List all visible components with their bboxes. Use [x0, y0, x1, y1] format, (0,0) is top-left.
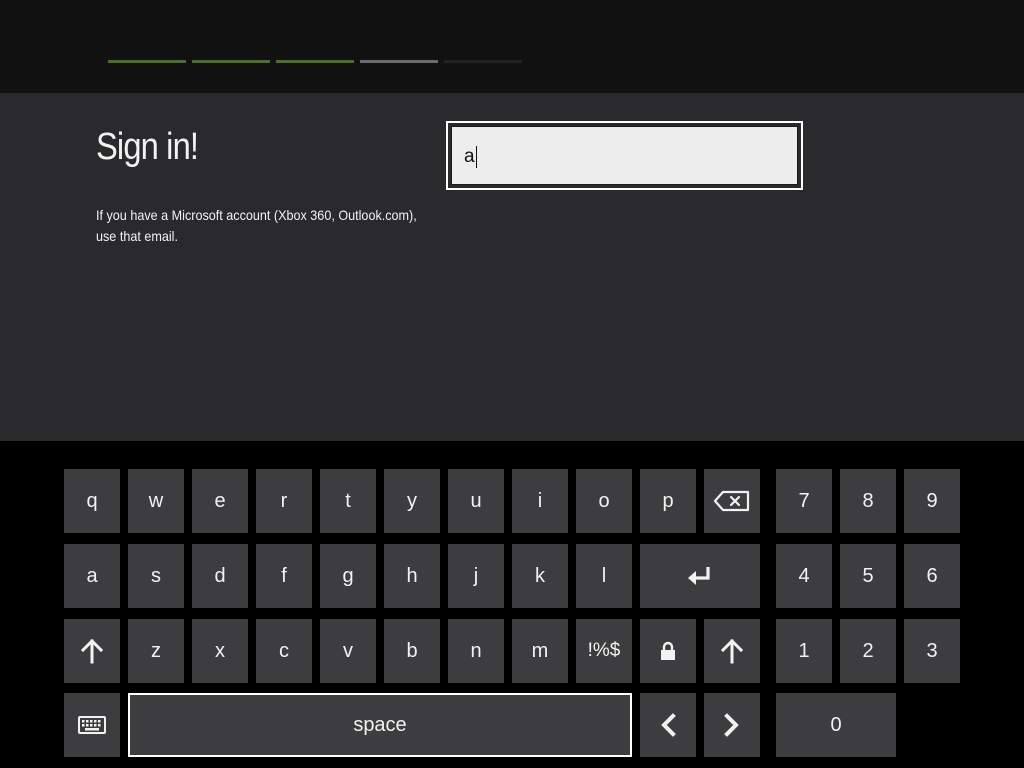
key-c[interactable]: c: [256, 619, 312, 683]
key-3[interactable]: 3: [904, 619, 960, 683]
key-a[interactable]: a: [64, 544, 120, 608]
cursor-right-key[interactable]: [704, 693, 760, 757]
cursor-left-key[interactable]: [640, 693, 696, 757]
key-q[interactable]: q: [64, 469, 120, 533]
key-1[interactable]: 1: [776, 619, 832, 683]
progress-step-5: [444, 60, 522, 63]
caps-lock-key[interactable]: [640, 619, 696, 683]
text-caret: [475, 145, 477, 168]
key-d[interactable]: d: [192, 544, 248, 608]
key-i[interactable]: i: [512, 469, 568, 533]
key-p[interactable]: p: [640, 469, 696, 533]
key-v[interactable]: v: [320, 619, 376, 683]
space-key[interactable]: space: [128, 693, 632, 757]
key-x[interactable]: x: [192, 619, 248, 683]
shift-arrow-up-icon: [721, 638, 743, 664]
key-e[interactable]: e: [192, 469, 248, 533]
key-z[interactable]: z: [128, 619, 184, 683]
enter-icon: [688, 567, 710, 585]
lock-icon: [661, 641, 675, 660]
enter-key[interactable]: [640, 544, 760, 608]
key-o[interactable]: o: [576, 469, 632, 533]
shift-key-right[interactable]: [704, 619, 760, 683]
symbols-key[interactable]: !%$: [576, 619, 632, 683]
page-title: Sign in!: [96, 126, 199, 168]
key-n[interactable]: n: [448, 619, 504, 683]
key-j[interactable]: j: [448, 544, 504, 608]
progress-step-3: [276, 60, 354, 63]
shift-key[interactable]: [64, 619, 120, 683]
email-field-focus-frame[interactable]: a: [446, 121, 803, 190]
key-y[interactable]: y: [384, 469, 440, 533]
backspace-icon: [713, 490, 750, 512]
progress-step-1: [108, 60, 186, 63]
keyboard-layout-key[interactable]: [64, 693, 120, 757]
backspace-key[interactable]: [704, 469, 760, 533]
key-r[interactable]: r: [256, 469, 312, 533]
key-6[interactable]: 6: [904, 544, 960, 608]
progress-step-2: [192, 60, 270, 63]
key-t[interactable]: t: [320, 469, 376, 533]
key-l[interactable]: l: [576, 544, 632, 608]
chevron-left-icon: [661, 713, 676, 737]
key-g[interactable]: g: [320, 544, 376, 608]
key-b[interactable]: b: [384, 619, 440, 683]
key-8[interactable]: 8: [840, 469, 896, 533]
progress-step-4: [360, 60, 438, 63]
email-field[interactable]: a: [451, 126, 798, 185]
key-7[interactable]: 7: [776, 469, 832, 533]
key-k[interactable]: k: [512, 544, 568, 608]
key-s[interactable]: s: [128, 544, 184, 608]
signin-description: If you have a Microsoft account (Xbox 36…: [96, 207, 417, 244]
key-9[interactable]: 9: [904, 469, 960, 533]
key-f[interactable]: f: [256, 544, 312, 608]
key-u[interactable]: u: [448, 469, 504, 533]
key-5[interactable]: 5: [840, 544, 896, 608]
key-w[interactable]: w: [128, 469, 184, 533]
key-m[interactable]: m: [512, 619, 568, 683]
keyboard-icon: [78, 716, 106, 734]
email-field-value: a: [464, 145, 475, 167]
key-0[interactable]: 0: [776, 693, 896, 757]
shift-arrow-up-icon: [81, 638, 103, 664]
chevron-right-icon: [724, 713, 739, 737]
key-2[interactable]: 2: [840, 619, 896, 683]
key-h[interactable]: h: [384, 544, 440, 608]
top-bar: [0, 0, 1024, 93]
key-4[interactable]: 4: [776, 544, 832, 608]
